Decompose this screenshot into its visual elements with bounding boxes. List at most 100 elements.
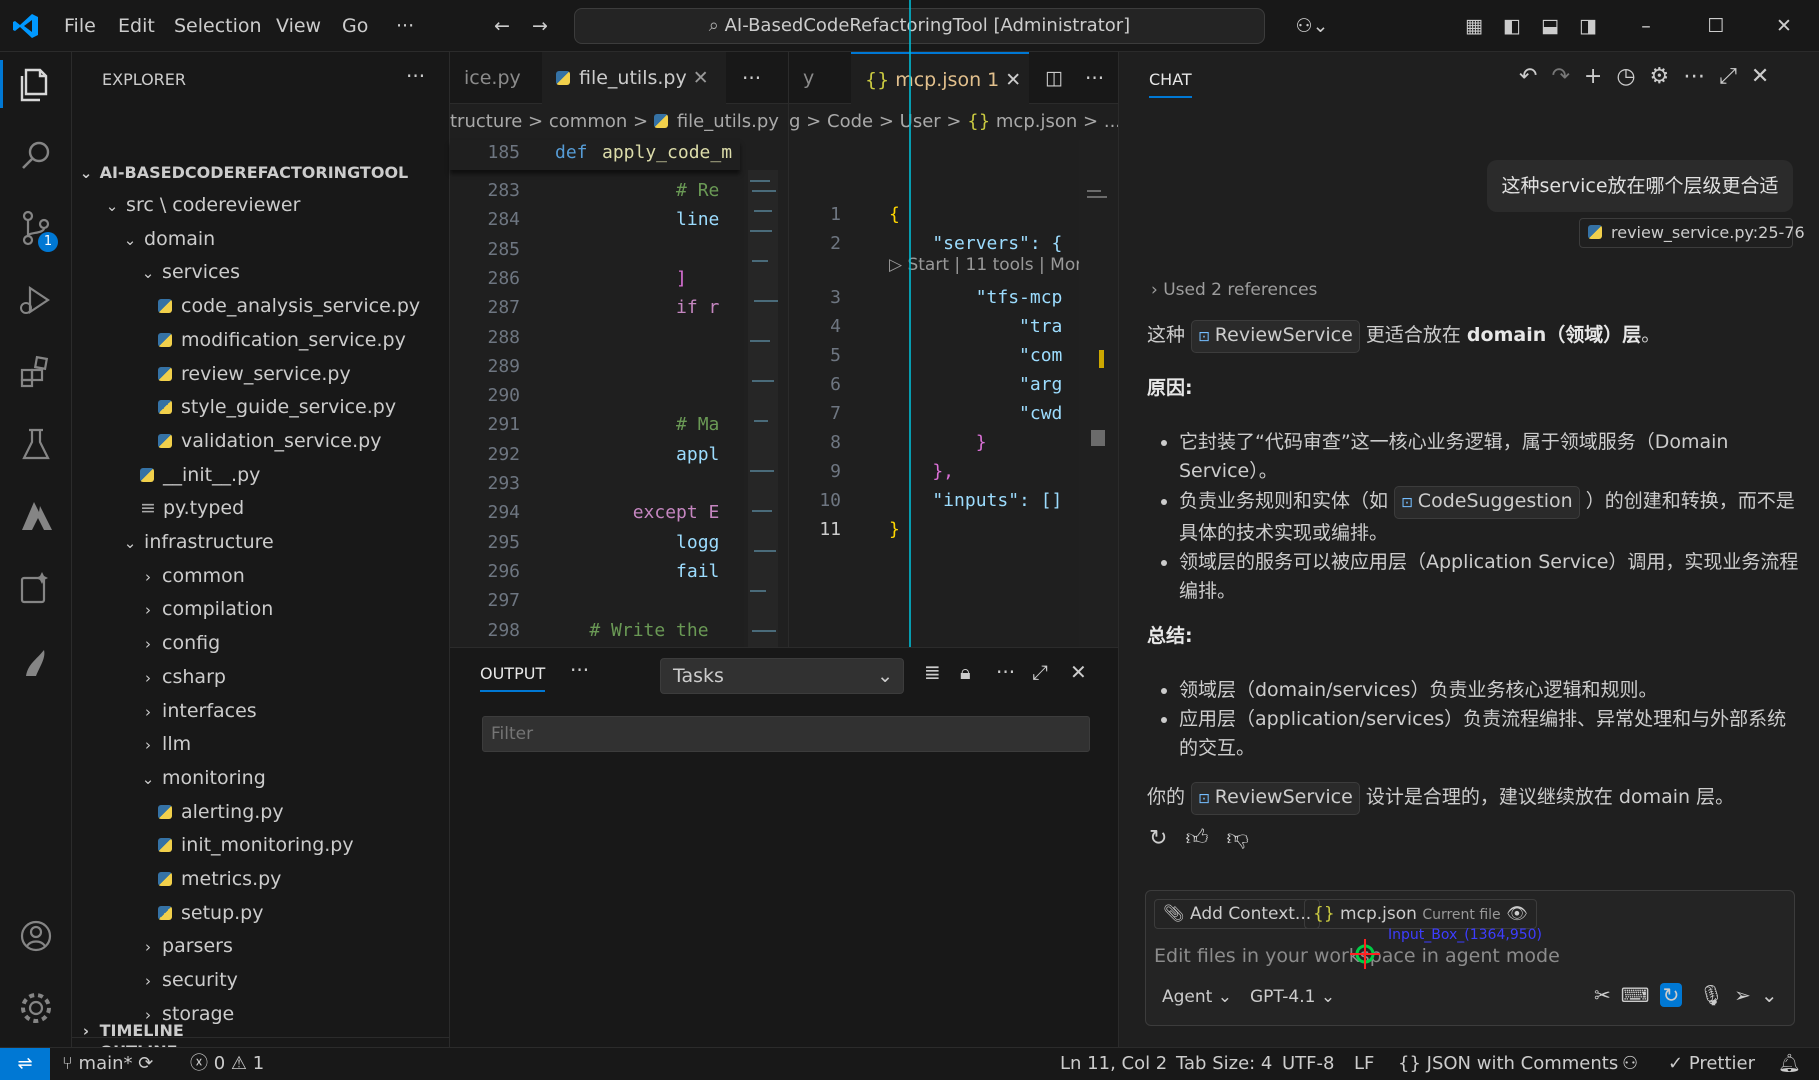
history-icon[interactable]: ◷ xyxy=(1616,64,1649,89)
symbol-chip[interactable]: ⊡ ReviewService xyxy=(1191,782,1360,815)
menu-edit[interactable]: Edit xyxy=(118,0,155,52)
prettier-status[interactable]: ✓ Prettier xyxy=(1668,1048,1755,1080)
breadcrumb-part[interactable]: g xyxy=(789,111,800,132)
folder-item[interactable]: › common xyxy=(72,560,449,593)
minimize-icon[interactable]: – xyxy=(1630,10,1662,42)
thumbs-up-icon[interactable]: 👍︎ xyxy=(1185,826,1226,851)
breadcrumb-part[interactable]: file_utils.py xyxy=(677,111,779,132)
editor-more-icon[interactable]: ··· xyxy=(1071,52,1119,104)
file-item[interactable]: metrics.py xyxy=(72,863,449,896)
search-icon[interactable] xyxy=(12,132,60,180)
run-debug-icon[interactable] xyxy=(12,276,60,324)
menu-view[interactable]: View xyxy=(276,0,321,52)
eye-icon[interactable]: 👁︎ xyxy=(1506,904,1528,924)
keyboard-icon[interactable]: ⌨ xyxy=(1621,983,1660,1007)
remote-explorer-icon[interactable] xyxy=(12,636,60,684)
file-item[interactable]: __init__.py xyxy=(72,459,449,492)
settings-icon[interactable]: ⚙ xyxy=(1650,64,1684,89)
maximize-panel-icon[interactable]: ⤢ xyxy=(1032,660,1048,684)
breadcrumb-part[interactable]: ... xyxy=(1104,111,1119,132)
extensions-icon[interactable] xyxy=(12,348,60,396)
back-arrow-icon[interactable]: ← xyxy=(486,10,518,42)
sync-icon[interactable]: ⟳ xyxy=(138,1053,153,1074)
copilot-icon[interactable]: ⚇⌄ xyxy=(1284,10,1340,42)
explorer-more-icon[interactable]: ··· xyxy=(406,64,425,88)
settings-gear-icon[interactable] xyxy=(12,984,60,1032)
file-item[interactable]: alerting.py xyxy=(72,796,449,829)
breadcrumb-part[interactable]: mcp.json xyxy=(996,111,1077,132)
send-icon[interactable]: ➢⌄ xyxy=(1734,983,1788,1007)
command-center[interactable]: ⌕ AI-BasedCodeRefactoringTool [Administr… xyxy=(574,8,1265,44)
file-item[interactable]: ≡ py.typed xyxy=(72,492,449,525)
thumbs-down-icon[interactable]: 👎︎ xyxy=(1226,826,1266,851)
remote-indicator-icon[interactable]: ⇌ xyxy=(0,1048,50,1080)
maximize-chat-icon[interactable]: ⤢ xyxy=(1719,64,1751,89)
output-channel-select[interactable]: Tasks ⌄ xyxy=(660,658,904,694)
file-item[interactable]: setup.py xyxy=(72,897,449,930)
message-attachment[interactable]: review_service.py:25-76 xyxy=(1579,218,1805,248)
tab-service-py[interactable]: ice.py xyxy=(450,52,542,104)
folder-item[interactable]: ⌄ domain xyxy=(72,223,449,256)
testing-icon[interactable] xyxy=(12,420,60,468)
close-tab-icon[interactable]: ✕ xyxy=(693,67,709,89)
file-item[interactable]: style_guide_service.py xyxy=(72,391,449,424)
menu-selection[interactable]: Selection xyxy=(174,0,262,52)
auto-approve-icon[interactable]: ↻ xyxy=(1659,983,1683,1007)
retry-icon[interactable]: ↻ xyxy=(1149,826,1185,851)
microphone-icon[interactable]: 🎙︎ xyxy=(1699,983,1734,1007)
close-panel-icon[interactable]: ✕ xyxy=(1070,660,1087,684)
tab-output[interactable]: OUTPUT xyxy=(480,656,546,692)
folder-item[interactable]: ⌄ src \ codereviewer xyxy=(72,189,449,222)
sticky-scroll[interactable]: 185 def apply_code_m xyxy=(450,140,740,170)
maximize-icon[interactable]: ☐ xyxy=(1700,10,1732,42)
tab-hidden-py[interactable]: y xyxy=(789,52,849,104)
breadcrumb-part[interactable]: Code xyxy=(827,111,873,132)
used-references[interactable]: › Used 2 references xyxy=(1151,280,1317,300)
folder-item[interactable]: ⌄ monitoring xyxy=(72,762,449,795)
split-editor-icon[interactable]: ◫ xyxy=(1031,52,1071,104)
menu-more[interactable]: ··· xyxy=(396,0,414,52)
file-item[interactable]: code_analysis_service.py xyxy=(72,290,449,323)
toggle-secondary-sidebar-icon[interactable]: ◨ xyxy=(1572,10,1604,42)
file-item[interactable]: modification_service.py xyxy=(72,324,449,357)
forward-arrow-icon[interactable]: → xyxy=(524,10,556,42)
language-mode[interactable]: {} JSON with Comments xyxy=(1398,1048,1618,1080)
folder-item[interactable]: ⌄ services xyxy=(72,256,449,289)
folder-item[interactable]: › llm xyxy=(72,728,449,761)
folder-item[interactable]: › csharp xyxy=(72,661,449,694)
accounts-icon[interactable] xyxy=(12,912,60,960)
breadcrumb-part[interactable]: tructure xyxy=(450,111,522,132)
copilot-status-icon[interactable]: ⚇ xyxy=(1622,1048,1638,1080)
close-tab-icon[interactable]: ✕ xyxy=(1005,69,1021,91)
toggle-panel-icon[interactable]: ⬓ xyxy=(1534,10,1566,42)
model-picker[interactable]: GPT-4.1 ⌄ xyxy=(1250,987,1335,1007)
chat-input-box[interactable]: 📎︎ Add Context... {} mcp.json Current fi… xyxy=(1145,890,1795,1026)
redo-icon[interactable]: ↷ xyxy=(1551,64,1583,89)
toggle-sidebar-icon[interactable]: ◧ xyxy=(1496,10,1528,42)
folder-item[interactable]: › interfaces xyxy=(72,695,449,728)
menu-file[interactable]: File xyxy=(64,0,96,52)
branch-indicator[interactable]: ⑂ main* ⟳ xyxy=(62,1048,153,1080)
tab-size[interactable]: Tab Size: 4 xyxy=(1176,1048,1272,1080)
symbol-chip[interactable]: ⊡ CodeSuggestion xyxy=(1394,486,1580,519)
breadcrumb[interactable]: g > Code > User > {} mcp.json > ... xyxy=(789,104,1119,140)
clear-output-icon[interactable]: ≣ xyxy=(924,660,941,684)
tools-icon[interactable]: ✂ xyxy=(1594,983,1621,1007)
timeline-section[interactable]: › TIMELINE xyxy=(72,1016,449,1046)
panel-more-actions-icon[interactable]: ··· xyxy=(996,660,1015,684)
source-control-icon[interactable]: 1 xyxy=(12,204,60,252)
breadcrumb[interactable]: tructure > common > file_utils.py xyxy=(450,104,788,140)
mcp-codelens[interactable]: ▷ Start | 11 tools | More... xyxy=(889,255,1079,275)
azure-icon[interactable] xyxy=(12,492,60,540)
problems-indicator[interactable]: ⓧ 0 ⚠ 1 xyxy=(190,1048,264,1080)
editor-more-icon[interactable]: ··· xyxy=(728,52,786,104)
breadcrumb-part[interactable]: User xyxy=(900,111,941,132)
folder-item[interactable]: › security xyxy=(72,964,449,997)
menu-go[interactable]: Go xyxy=(342,0,368,52)
folder-item[interactable]: › parsers xyxy=(72,930,449,963)
minimap[interactable] xyxy=(1079,140,1119,647)
output-filter-input[interactable] xyxy=(482,716,1090,752)
add-context-button[interactable]: 📎︎ Add Context... xyxy=(1154,899,1321,929)
close-chat-icon[interactable]: ✕ xyxy=(1751,64,1783,89)
undo-icon[interactable]: ↶ xyxy=(1519,64,1551,89)
